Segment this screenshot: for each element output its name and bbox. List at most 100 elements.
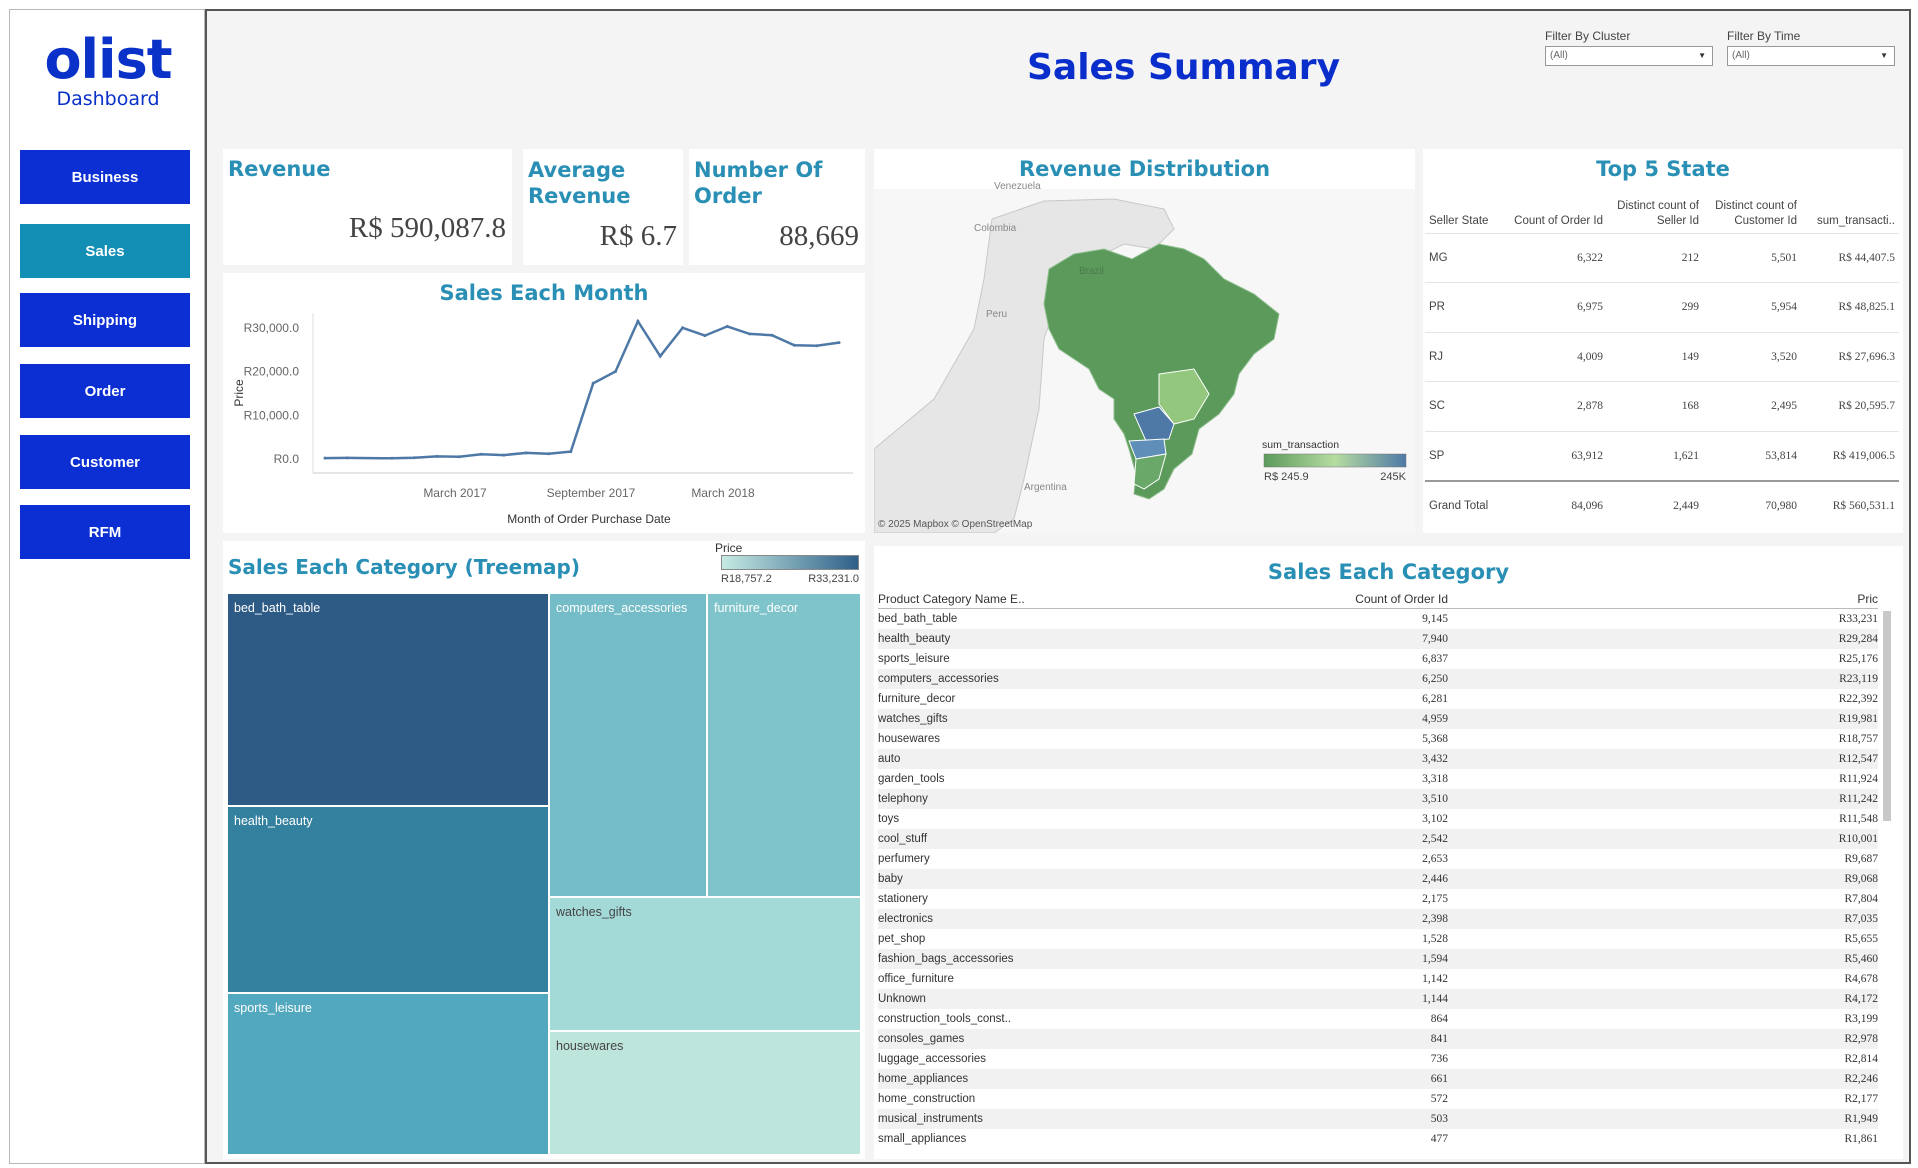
column-header[interactable]: Product Category Name E.. — [878, 590, 1258, 609]
column-header[interactable]: Distinct count of Customer Id — [1703, 185, 1801, 233]
data-point[interactable] — [770, 333, 774, 337]
treemap-cell-bed-bath-table[interactable]: bed_bath_table — [227, 593, 549, 806]
data-point[interactable] — [725, 324, 729, 328]
table-row[interactable]: sports_leisure 6,837 R25,176 — [878, 649, 1878, 669]
table-row[interactable]: bed_bath_table 9,145 R33,231 — [878, 609, 1878, 629]
data-point[interactable] — [502, 453, 506, 457]
table-row[interactable]: toys 3,102 R11,548 — [878, 809, 1878, 829]
nav-button-shipping[interactable]: Shipping — [20, 293, 190, 347]
nav-button-sales[interactable]: Sales — [20, 224, 190, 278]
table-row[interactable]: health_beauty 7,940 R29,284 — [878, 628, 1878, 649]
data-point[interactable] — [569, 450, 573, 454]
column-header[interactable]: Count of Order Id — [1258, 590, 1448, 609]
treemap-cell-housewares[interactable]: housewares — [549, 1031, 861, 1155]
treemap-cell-computers-accessories[interactable]: computers_accessories — [549, 593, 707, 897]
data-point[interactable] — [815, 344, 819, 348]
table-row[interactable]: construction_tools_const.. 864 R3,199 — [878, 1009, 1878, 1029]
treemap-cell-watches-gifts[interactable]: watches_gifts — [549, 897, 861, 1031]
top-states-title: Top 5 State — [1596, 157, 1730, 181]
table-cell: 53,814 — [1703, 430, 1801, 481]
data-point[interactable] — [703, 334, 707, 338]
table-cell: sports_leisure — [878, 652, 950, 665]
table-row[interactable]: RJ 4,009 149 3,520 R$ 27,696.3 — [1425, 331, 1899, 382]
nav-button-business[interactable]: Business — [20, 150, 190, 204]
table-row[interactable]: Unknown 1,144 R4,172 — [878, 988, 1878, 1009]
map-graphic[interactable]: Venezuela Colombia Peru Brazil Argentina… — [874, 149, 1415, 533]
treemap-cell-health-beauty[interactable]: health_beauty — [227, 806, 549, 993]
table-row[interactable]: home_construction 572 R2,177 — [878, 1089, 1878, 1109]
table-cell: 2,653 — [1422, 852, 1448, 865]
table-row[interactable]: small_appliances 477 R1,861 — [878, 1129, 1878, 1149]
table-row[interactable]: musical_instruments 503 R1,949 — [878, 1108, 1878, 1129]
column-header[interactable]: Seller State — [1425, 185, 1507, 233]
treemap-cell-furniture-decor[interactable]: furniture_decor — [707, 593, 861, 897]
column-header[interactable]: Distinct count of Seller Id — [1607, 185, 1703, 233]
table-row[interactable]: watches_gifts 4,959 R19,981 — [878, 708, 1878, 729]
table-row[interactable]: SP 63,912 1,621 53,814 R$ 419,006.5 — [1425, 430, 1899, 481]
scrollbar-thumb[interactable] — [1883, 611, 1891, 821]
data-point[interactable] — [614, 370, 617, 373]
data-point[interactable] — [390, 456, 394, 460]
nav-button-customer[interactable]: Customer — [20, 435, 190, 489]
nav-button-order[interactable]: Order — [20, 364, 190, 418]
data-point[interactable] — [345, 456, 349, 460]
treemap-cell-sports-leisure[interactable]: sports_leisure — [227, 993, 549, 1155]
table-cell: R1,949 — [1448, 1108, 1878, 1129]
data-point[interactable] — [435, 454, 439, 458]
table-row[interactable]: pet_shop 1,528 R5,655 — [878, 929, 1878, 949]
data-point[interactable] — [748, 332, 752, 336]
data-point[interactable] — [792, 343, 796, 347]
table-row[interactable]: SC 2,878 168 2,495 R$ 20,595.7 — [1425, 381, 1899, 431]
table-row[interactable]: consoles_games 841 R2,978 — [878, 1028, 1878, 1049]
table-row[interactable]: fashion_bags_accessories 1,594 R5,460 — [878, 948, 1878, 969]
data-point[interactable] — [636, 319, 640, 323]
table-row[interactable]: garden_tools 3,318 R11,924 — [878, 769, 1878, 789]
treemap-cell-label: bed_bath_table — [234, 601, 321, 615]
data-point[interactable] — [479, 452, 483, 456]
data-point[interactable] — [524, 451, 528, 455]
table-row[interactable]: cool_stuff 2,542 R10,001 — [878, 828, 1878, 849]
grand-total-row[interactable]: Grand Total 84,096 2,449 70,980 R$ 560,531.1 — [1425, 479, 1899, 530]
data-point[interactable] — [323, 456, 327, 460]
data-point[interactable] — [658, 354, 662, 358]
data-point[interactable] — [591, 381, 595, 385]
table-cell: luggage_accessories — [878, 1052, 987, 1065]
table-row[interactable]: home_appliances 661 R2,246 — [878, 1068, 1878, 1089]
table-cell: 2,446 — [1258, 868, 1448, 889]
filter-time-select[interactable]: (All) ▼ — [1727, 46, 1895, 66]
data-point[interactable] — [837, 341, 841, 345]
table-row[interactable]: auto 3,432 R12,547 — [878, 748, 1878, 769]
table-row[interactable]: furniture_decor 6,281 R22,392 — [878, 689, 1878, 709]
table-row[interactable]: computers_accessories 6,250 R23,119 — [878, 668, 1878, 689]
table-row[interactable]: MG 6,322 212 5,501 R$ 44,407.5 — [1425, 232, 1899, 283]
table-cell: SP — [1425, 430, 1507, 481]
column-header[interactable]: Count of Order Id — [1507, 185, 1607, 233]
filter-cluster-select[interactable]: (All) ▼ — [1545, 46, 1713, 66]
table-row[interactable]: electronics 2,398 R7,035 — [878, 908, 1878, 929]
column-header[interactable]: Pric — [1448, 590, 1878, 609]
data-point[interactable] — [457, 455, 461, 459]
data-point[interactable] — [547, 452, 550, 456]
table-row[interactable]: baby 2,446 R9,068 — [878, 868, 1878, 889]
table-row[interactable]: office_furniture 1,142 R4,678 — [878, 969, 1878, 989]
table-cell: R5,655 — [1844, 932, 1878, 945]
table-cell: R11,548 — [1839, 812, 1878, 825]
column-header[interactable]: sum_transacti.. — [1801, 185, 1899, 233]
data-point[interactable] — [681, 326, 685, 330]
table-row[interactable]: perfumery 2,653 R9,687 — [878, 849, 1878, 869]
nav-button-rfm[interactable]: RFM — [20, 505, 190, 559]
data-point[interactable] — [412, 456, 416, 460]
table-cell: R4,172 — [1448, 988, 1878, 1009]
table-cell: R10,001 — [1448, 828, 1878, 849]
table-cell: R$ 20,595.7 — [1801, 381, 1899, 431]
page-title: Sales Summary — [1027, 47, 1341, 88]
kpi-average-title-line2: Revenue — [528, 184, 631, 208]
table-row[interactable]: housewares 5,368 R18,757 — [878, 729, 1878, 749]
table-row[interactable]: telephony 3,510 R11,242 — [878, 788, 1878, 809]
map-title: Revenue Distribution — [1018, 157, 1271, 181]
table-row[interactable]: luggage_accessories 736 R2,814 — [878, 1049, 1878, 1069]
table-cell: small_appliances — [878, 1132, 967, 1145]
table-row[interactable]: stationery 2,175 R7,804 — [878, 889, 1878, 909]
table-cell: 63,912 — [1507, 430, 1607, 481]
table-row[interactable]: PR 6,975 299 5,954 R$ 48,825.1 — [1425, 282, 1899, 332]
